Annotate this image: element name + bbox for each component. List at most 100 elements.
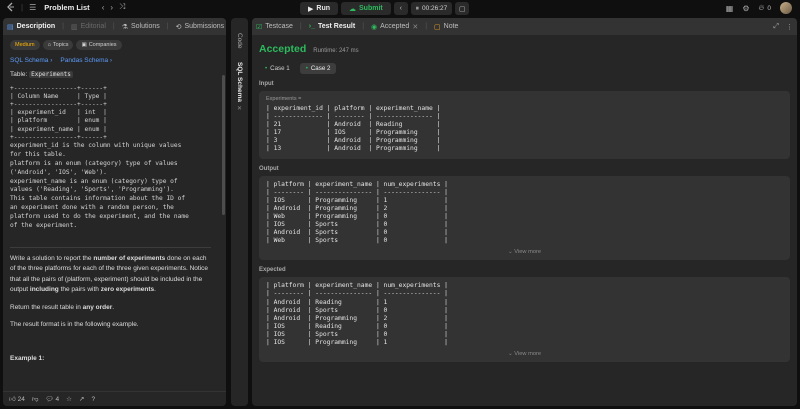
schema-line: | platform | enum | <box>10 117 107 125</box>
tab-test-result[interactable]: ›_ Test Result <box>309 23 355 30</box>
expected-view-more[interactable]: ⌄ View more <box>266 351 783 357</box>
output-table: | platform | experiment_name | num_exper… <box>266 181 783 246</box>
table-row: | Android | Reading | 1 | <box>266 298 448 306</box>
tab-testcase[interactable]: ☑ Testcase <box>256 23 293 31</box>
result-tabs: ☑ Testcase | ›_ Test Result | ◉ Accepted… <box>252 18 797 35</box>
view-more-label: View more <box>514 351 542 358</box>
case-2-label: Case 2 <box>310 65 331 72</box>
tab-solutions[interactable]: ⚗ Solutions <box>122 23 160 31</box>
tab-submissions-label: Submissions <box>184 23 225 30</box>
fire-icon[interactable]: 🔥︎ <box>759 3 765 13</box>
share-icon[interactable]: ↗ <box>79 395 84 403</box>
submit-label: Submit <box>359 5 383 12</box>
desc-line: of the experiment. <box>10 222 78 230</box>
side-tab-sql-schema[interactable]: SQL Schema <box>231 54 248 110</box>
check-circle-icon: ◉ <box>371 23 378 31</box>
description-footer: 👍︎ 24 👎︎ 💬︎ 4 ☆ ↗ ? <box>3 391 226 406</box>
problem-description: Medium ⌂ Topics ▣ Companies SQL Schema › P… <box>3 35 218 391</box>
tab-separator: | <box>166 23 169 30</box>
top-bar-center: ▶ Run ☁ Submit ‹ ⏸ 00:26:27 ▢ <box>300 2 470 15</box>
topics-badge[interactable]: ⌂ Topics <box>42 40 74 50</box>
close-icon[interactable]: ✕ <box>412 23 418 31</box>
problem-list-link[interactable]: Problem List <box>44 3 89 12</box>
tab-note[interactable]: ▢ Note <box>434 23 458 31</box>
timer[interactable]: ⏸ 00:26:27 <box>410 2 453 15</box>
companies-badge[interactable]: ▣ Companies <box>76 40 122 50</box>
tab-separator: | <box>112 23 115 30</box>
divider <box>10 246 211 248</box>
dislike-button[interactable]: 👎︎ <box>32 395 39 403</box>
case-1-label: Case 1 <box>270 65 290 72</box>
submit-button[interactable]: ☁ Submit <box>341 2 391 15</box>
difficulty-badge: Medium <box>10 40 40 50</box>
note-icon: ▢ <box>434 23 441 31</box>
layout-icon[interactable]: ▦ <box>726 4 734 13</box>
schema-line: +-----------------+------+ <box>10 84 107 92</box>
task-text: Write a solution to report the <box>10 254 94 262</box>
side-tab-sql-schema-label: SQL Schema <box>236 62 243 102</box>
help-icon[interactable]: ? <box>91 396 95 403</box>
tab-description[interactable]: ▤ Description <box>7 23 55 31</box>
desc-line: values ('Reading', 'Sports', 'Programmin… <box>10 186 174 194</box>
sql-schema-link[interactable]: SQL Schema › <box>10 57 52 64</box>
shuffle-icon[interactable]: ⤨ <box>119 2 125 12</box>
pandas-schema-label: Pandas Schema <box>60 57 109 64</box>
output-view-more[interactable]: ⌄ View more <box>266 249 783 255</box>
schema-description: experiment_id is the column with unique … <box>10 142 211 231</box>
desc-line: for this table. <box>10 150 66 158</box>
format-paragraph: The result format is in the following ex… <box>10 321 139 329</box>
tab-test-result-label: Test Result <box>317 23 356 30</box>
like-button[interactable]: 👍︎ 24 <box>9 395 25 403</box>
case-2-tab[interactable]: • Case 2 <box>299 63 337 74</box>
expand-icon[interactable]: ⤢ <box>773 23 779 31</box>
avatar[interactable] <box>780 2 792 14</box>
table-row: | Android | Sports | 0 | <box>266 306 448 314</box>
logo-icon[interactable] <box>6 2 15 12</box>
tab-accepted[interactable]: ◉ Accepted ✕ <box>371 23 418 31</box>
run-button[interactable]: ▶ Run <box>300 2 338 15</box>
output-heading: Output <box>259 165 279 172</box>
gear-icon[interactable]: ⚙ <box>742 4 749 13</box>
desc-line: experiment_name is an enum (category) ty… <box>10 177 178 185</box>
example-heading: Example 1: <box>10 354 45 362</box>
description-scrollbar[interactable] <box>222 75 225 215</box>
flask-icon: ⚗ <box>121 23 128 31</box>
notes-button[interactable]: ▢ <box>455 2 470 15</box>
tab-separator: | <box>425 23 428 30</box>
status-accepted: Accepted <box>259 43 307 55</box>
separator-icon: | <box>21 2 24 12</box>
close-icon[interactable]: ✕ <box>231 104 248 112</box>
tab-accepted-label: Accepted <box>380 23 410 30</box>
schema-line: | experiment_name | enum | <box>10 125 107 133</box>
pandas-schema-link[interactable]: Pandas Schema › <box>60 57 112 64</box>
checkbox-icon: ☑ <box>256 23 263 31</box>
task-bold: including <box>29 286 59 294</box>
order-text: Return the result table in <box>10 303 83 311</box>
timer-collapse-button[interactable]: ‹ <box>393 2 408 15</box>
tag-icon: ⌂ <box>47 42 51 48</box>
description-panel: ▤ Description | ▥ Editorial | ⚗ Solution… <box>3 18 226 406</box>
expected-heading: Expected <box>259 267 286 274</box>
play-icon: ▶ <box>308 5 314 13</box>
expected-table: | platform | experiment_name | num_exper… <box>266 282 783 347</box>
desc-line: platform used to do the experiment, and … <box>10 213 189 221</box>
task-bold: number of experiments <box>93 254 166 262</box>
history-icon: ⟲ <box>175 23 182 31</box>
chevron-left-icon[interactable]: ‹ <box>102 3 105 12</box>
star-icon[interactable]: ☆ <box>66 395 72 403</box>
input-table-label: Experiments = <box>266 96 302 102</box>
book-icon: ▥ <box>70 23 78 31</box>
more-icon[interactable]: ⋮ <box>786 23 793 31</box>
comments-button[interactable]: 💬︎ 4 <box>45 395 59 403</box>
tab-separator: | <box>62 23 64 30</box>
side-tab-code[interactable]: Code <box>231 32 248 50</box>
table-row: | platform | experiment_name | num_exper… <box>266 282 448 290</box>
case-1-tab[interactable]: • Case 1 <box>259 63 296 74</box>
chevron-right-icon[interactable]: › <box>110 3 113 12</box>
thumbs-down-icon: 👎︎ <box>31 396 39 403</box>
tab-submissions[interactable]: ⟲ Submissions <box>176 23 225 31</box>
terminal-icon: ›_ <box>308 23 315 30</box>
tab-editorial[interactable]: ▥ Editorial <box>71 23 106 31</box>
list-icon[interactable]: ☰ <box>29 3 36 12</box>
task-bold: zero experiments <box>100 286 155 294</box>
